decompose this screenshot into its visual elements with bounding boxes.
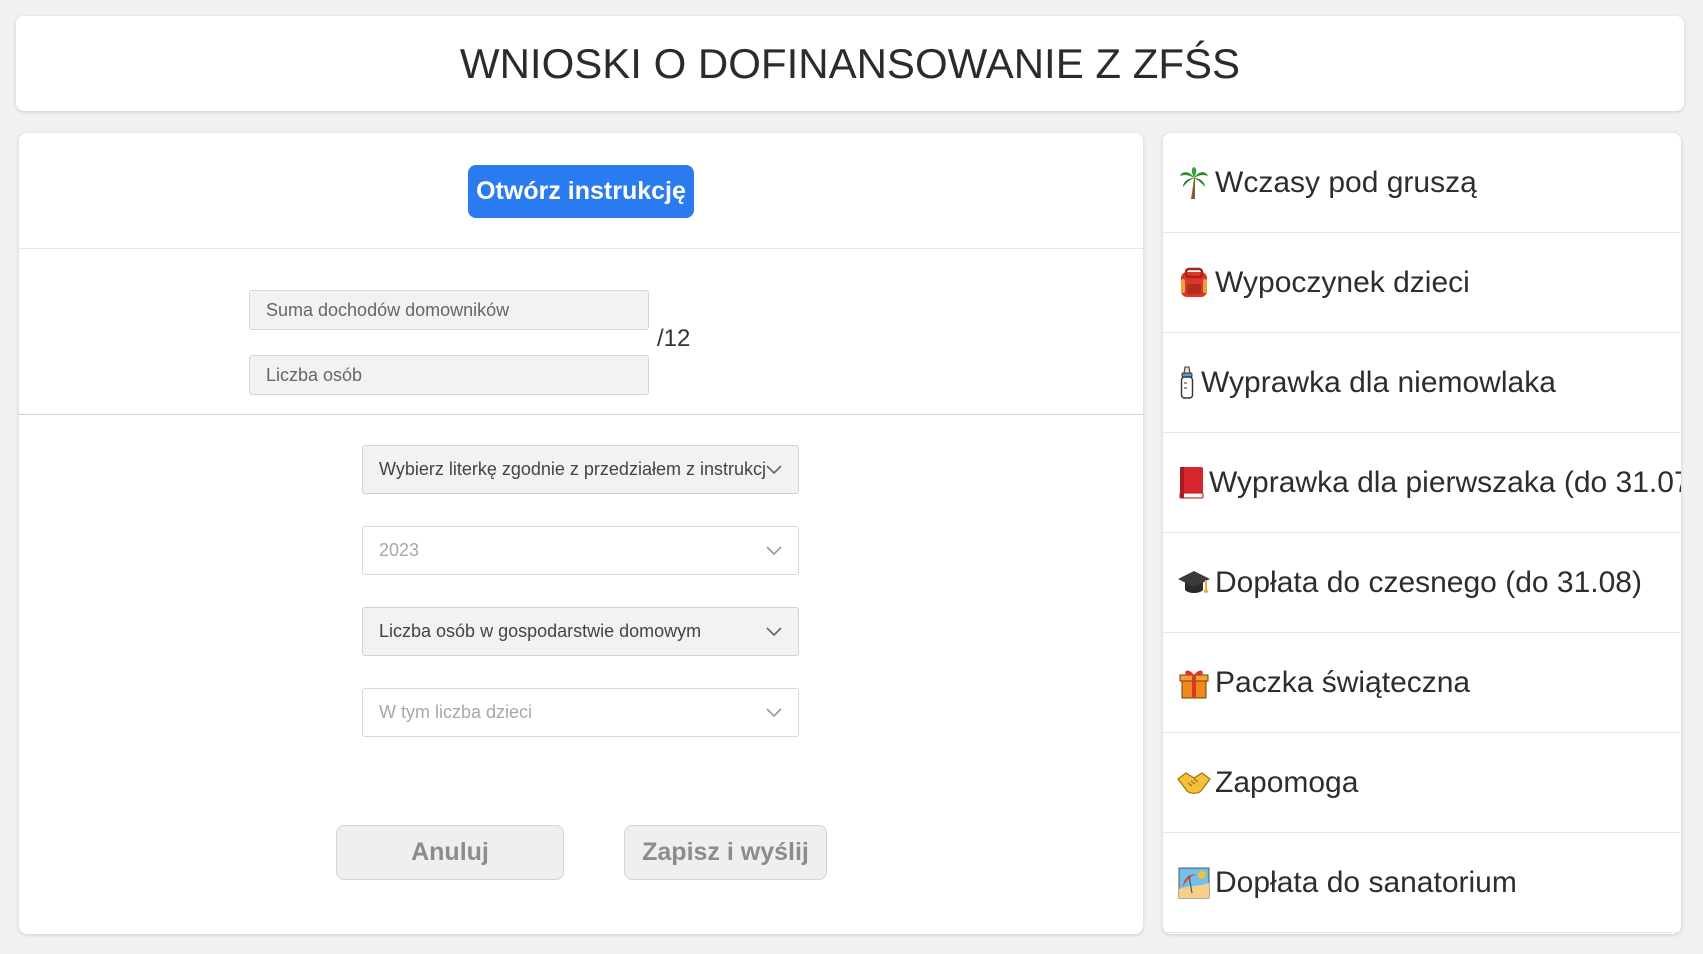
sidebar-item-label: Wczasy pod gruszą [1215, 165, 1477, 199]
sidebar-item-doplata-sanatorium[interactable]: Dopłata do sanatorium [1163, 833, 1681, 933]
open-instructions-button[interactable]: Otwórz instrukcję [468, 165, 694, 218]
palm-tree-icon [1177, 165, 1211, 201]
chevron-down-icon [766, 462, 782, 478]
household-size-select[interactable]: Liczba osób w gospodarstwie domowym [362, 607, 799, 656]
beach-picture-icon [1177, 865, 1211, 901]
book-icon [1177, 465, 1205, 501]
chevron-down-icon [766, 624, 782, 640]
sidebar-item-label: Wypoczynek dzieci [1215, 265, 1470, 299]
year-select[interactable]: 2023 [362, 526, 799, 575]
sidebar-item-label: Dopłata do sanatorium [1215, 865, 1517, 899]
select-value: Liczba osób w gospodarstwie domowym [379, 621, 702, 641]
page-header: WNIOSKI O DOFINANSOWANIE Z ZFŚS [16, 16, 1684, 111]
income-bracket-select[interactable]: Wybierz literkę zgodnie z przedziałem z … [362, 445, 799, 494]
sidebar-item-label: Paczka świąteczna [1215, 665, 1471, 699]
select-value: 2023 [379, 540, 420, 560]
handshake-icon [1177, 765, 1211, 801]
chevron-down-icon [766, 543, 782, 559]
sidebar-item-wypoczynek-dzieci[interactable]: Wypoczynek dzieci [1163, 233, 1681, 333]
income-sum-input[interactable] [249, 290, 649, 330]
children-count-select[interactable]: W tym liczba dzieci [362, 688, 799, 737]
sidebar-item-label: Wyprawka dla pierwszaka (do 31.07) [1209, 465, 1681, 499]
sidebar-item-doplata-czesne[interactable]: Dopłata do czesnego (do 31.08) [1163, 533, 1681, 633]
select-value: Wybierz literkę zgodnie z przedziałem z … [379, 459, 766, 479]
chevron-down-icon [766, 705, 782, 721]
persons-count-input[interactable] [249, 355, 649, 395]
sidebar-item-label: Wyprawka dla niemowlaka [1201, 365, 1556, 399]
sidebar-item-wczasy[interactable]: Wczasy pod gruszą [1163, 133, 1681, 233]
gift-icon [1177, 665, 1211, 701]
save-and-send-button[interactable]: Zapisz i wyślij [624, 825, 827, 880]
sidebar-item-zapomoga[interactable]: Zapomoga [1163, 733, 1681, 833]
sidebar-item-label: Dopłata do czesnego (do 31.08) [1215, 565, 1642, 599]
sidebar-item-wyprawka-niemowlaka[interactable]: Wyprawka dla niemowlaka [1163, 333, 1681, 433]
graduation-cap-icon [1177, 565, 1211, 601]
backpack-icon [1177, 265, 1211, 301]
cancel-button[interactable]: Anuluj [336, 825, 564, 880]
select-value: W tym liczba dzieci [379, 702, 533, 722]
application-form-panel: Otwórz instrukcję /12 Wybierz literkę zg… [19, 133, 1143, 934]
sidebar-item-wyprawka-pierwszaka[interactable]: Wyprawka dla pierwszaka (do 31.07) [1163, 433, 1681, 533]
baby-bottle-icon [1177, 365, 1197, 401]
divider [19, 414, 1143, 415]
sidebar-item-label: Zapomoga [1215, 765, 1359, 799]
sidebar-item-paczka-swiateczna[interactable]: Paczka świąteczna [1163, 633, 1681, 733]
divisor-label: /12 [657, 325, 691, 352]
divider [19, 248, 1143, 249]
sidebar-menu: Wczasy pod gruszą Wypoczynek dzieci Wypr [1163, 133, 1681, 934]
page-title: WNIOSKI O DOFINANSOWANIE Z ZFŚS [459, 40, 1241, 87]
